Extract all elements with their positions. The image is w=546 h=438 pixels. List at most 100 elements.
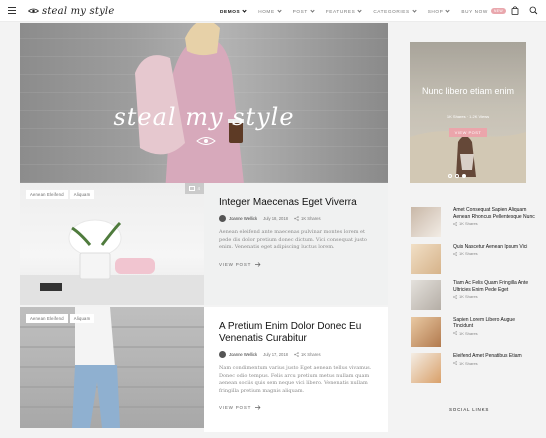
post-date: July 17, 2018 — [263, 352, 289, 357]
sidebar-post[interactable]: Quis Nascetur Aenean Ipsum Vici 1K Share… — [411, 243, 536, 276]
post-title[interactable]: Integer Maecenas Eget Viverra — [219, 197, 373, 209]
shares-count: 1K Shares — [459, 360, 478, 366]
nav-shop[interactable]: SHOP — [427, 7, 451, 14]
arrow-right-icon — [255, 261, 261, 267]
tag-list: Aenean Eleifend Aliquam — [26, 190, 96, 199]
view-post-link[interactable]: VIEW POST — [219, 405, 373, 410]
sidebar-post-title[interactable]: Sapien Lorem Libero Augue Tincidunt — [453, 317, 536, 330]
shares-count: 1K Shares — [459, 251, 478, 257]
nav-buy-now[interactable]: BUY NOW NEW — [461, 8, 506, 14]
gallery-count: 4 — [197, 186, 200, 191]
tag-list: Aenean Eleifend Aliquam — [26, 314, 96, 323]
promo-view-post-button[interactable]: VIEW POST — [449, 128, 487, 137]
sidebar-post[interactable]: Eleifend Amet Penatibus Etiam 1K Shares — [411, 353, 536, 385]
sidebar-post-title[interactable]: Eleifend Amet Penatibus Etiam — [453, 353, 522, 360]
sidebar-post[interactable]: Tiam Ac Felis Quam Fringilla Ante Ultric… — [411, 280, 536, 312]
search-icon[interactable] — [529, 6, 538, 15]
sidebar-post-thumbnail[interactable] — [411, 243, 441, 274]
tag[interactable]: Aliquam — [69, 190, 95, 199]
post-card-body: A Pretium Enim Dolor Donec Eu Venenatis … — [204, 307, 388, 432]
view-post-label: VIEW POST — [219, 261, 252, 267]
avatar — [219, 215, 226, 222]
sidebar-post[interactable]: Sapien Lorem Libero Augue Tincidunt 1K S… — [411, 316, 536, 349]
nav-label: SHOP — [427, 8, 444, 14]
sidebar-post-thumbnail[interactable] — [411, 207, 441, 237]
view-post-link[interactable]: VIEW POST — [219, 262, 373, 267]
post-photo — [20, 307, 204, 428]
top-navigation-bar: steal my style DEMOS HOME POST FEATURES … — [0, 0, 546, 22]
nav-label: DEMOS — [220, 8, 241, 14]
slider-dot[interactable] — [448, 174, 452, 178]
sidebar-post-thumbnail[interactable] — [411, 280, 441, 310]
chevron-down-icon — [277, 7, 282, 13]
nav-label: FEATURES — [325, 8, 356, 14]
cart-icon[interactable] — [511, 6, 519, 15]
hero-logo-text: steal my style — [113, 103, 295, 131]
social-links-heading: SOCIAL LINKS — [449, 407, 490, 412]
post-card-body: Integer Maecenas Eget Viverra Joanne Wel… — [204, 183, 388, 305]
arrow-right-icon — [255, 405, 261, 410]
share-icon — [294, 352, 299, 357]
main-nav: DEMOS HOME POST FEATURES CATEGORIES SHOP… — [220, 0, 518, 22]
view-post-label: VIEW POST — [219, 405, 252, 410]
tag[interactable]: Aenean Eleifend — [26, 190, 68, 199]
sidebar-post-shares: 1K Shares — [453, 331, 536, 336]
tag[interactable]: Aenean Eleifend — [26, 314, 68, 323]
share-icon — [453, 221, 457, 226]
sidebar-post-thumbnail[interactable] — [411, 316, 441, 347]
promo-overlay — [410, 42, 526, 183]
tag[interactable]: Aliquam — [69, 314, 95, 323]
sidebar-featured-slider[interactable]: Nunc libero etiam enim 1K Shares · 1.2K … — [410, 42, 526, 183]
post-meta: Joanne Wellick July 18, 2018 1K Shares — [219, 215, 373, 222]
nav-label: HOME — [258, 8, 275, 14]
chevron-down-icon — [412, 7, 417, 13]
promo-title: Nunc libero etiam enim — [421, 86, 515, 96]
sidebar-post-title[interactable]: Quis Nascetur Aenean Ipsum Vici — [453, 244, 527, 251]
post-shares: 1K Shares — [301, 216, 321, 221]
post-author[interactable]: Joanne Wellick — [229, 216, 257, 221]
post-photo — [20, 219, 204, 305]
nav-label: BUY NOW — [461, 8, 488, 14]
share-icon — [294, 216, 299, 221]
post-thumbnail[interactable]: Aenean Eleifend Aliquam — [20, 307, 204, 428]
post-thumbnail[interactable]: Aenean Eleifend Aliquam 4 — [20, 183, 204, 305]
gallery-count-badge: 4 — [185, 183, 204, 194]
post-meta: Joanne Wellick July 17, 2018 1K Shares — [219, 351, 373, 358]
sidebar-post-list: Amet Consequat Sapien Aliquam Aenean Rho… — [411, 207, 536, 390]
post-author[interactable]: Joanne Wellick — [229, 352, 257, 357]
sidebar-post-thumbnail[interactable] — [411, 353, 441, 383]
gallery-icon — [189, 186, 196, 191]
share-icon — [453, 331, 457, 335]
eye-icon — [28, 8, 39, 13]
share-icon — [453, 251, 457, 256]
shares-count: 1K Shares — [459, 330, 478, 336]
sidebar-post-shares: 1K Shares — [453, 361, 522, 366]
nav-post[interactable]: POST — [293, 7, 315, 14]
post-shares: 1K Shares — [301, 352, 321, 357]
avatar — [219, 351, 226, 358]
chevron-down-icon — [357, 7, 362, 13]
post-excerpt: Aenean eleifend ante maecenas pulvinar m… — [219, 229, 367, 250]
slider-dot-active[interactable] — [462, 174, 466, 178]
sidebar-post[interactable]: Amet Consequat Sapien Aliquam Aenean Rho… — [411, 207, 536, 239]
post-date: July 18, 2018 — [263, 216, 289, 221]
nav-features[interactable]: FEATURES — [325, 7, 362, 14]
share-icon — [453, 294, 457, 299]
nav-categories[interactable]: CATEGORIES — [373, 7, 417, 14]
sidebar-post-shares: 1K Shares — [453, 251, 527, 256]
menu-icon[interactable] — [8, 7, 16, 14]
nav-demos[interactable]: DEMOS — [220, 7, 247, 14]
post-title[interactable]: A Pretium Enim Dolor Donec Eu Venenatis … — [219, 321, 373, 345]
hero-banner[interactable]: steal my style — [20, 23, 388, 183]
sidebar-post-title[interactable]: Tiam Ac Felis Quam Fringilla Ante Ultric… — [453, 280, 536, 293]
slider-dot[interactable] — [455, 174, 459, 178]
sidebar-post-title[interactable]: Amet Consequat Sapien Aliquam Aenean Rho… — [453, 207, 536, 220]
chevron-down-icon — [242, 7, 247, 13]
chevron-down-icon — [310, 7, 315, 13]
share-icon — [453, 361, 457, 365]
eye-icon — [196, 137, 216, 145]
sidebar-post-shares: 1K Shares — [453, 294, 536, 299]
nav-label: CATEGORIES — [373, 8, 410, 14]
site-logo[interactable]: steal my style — [28, 3, 114, 19]
nav-home[interactable]: HOME — [258, 7, 282, 14]
